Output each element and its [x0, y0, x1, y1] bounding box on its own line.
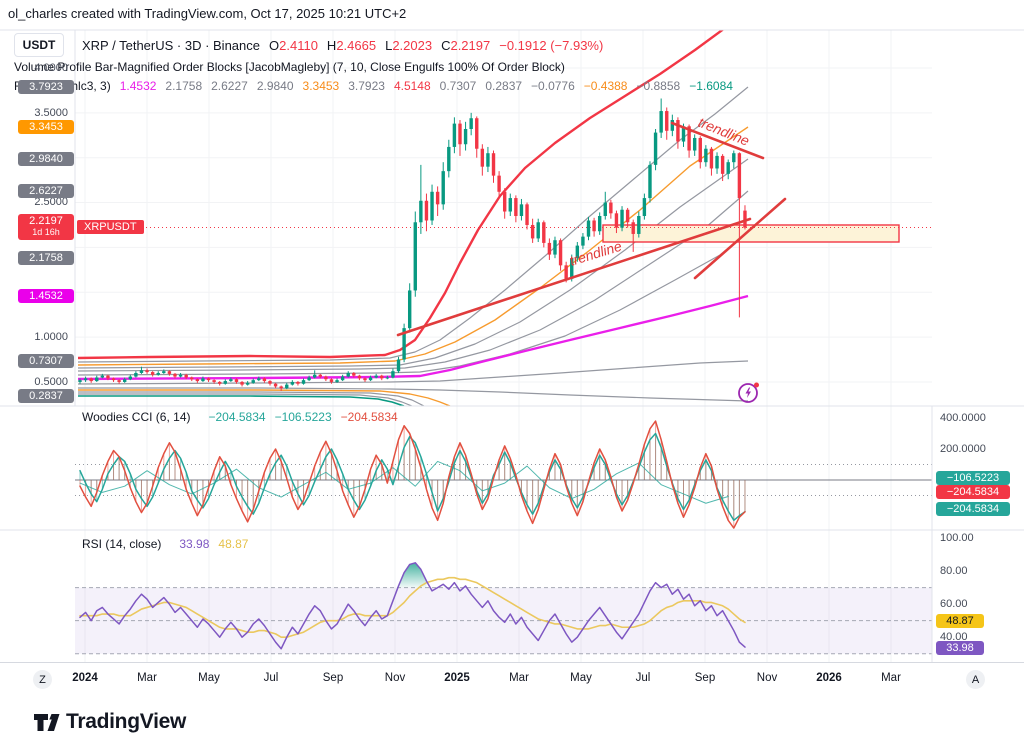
high-value: H2.4665	[327, 38, 376, 53]
fbb-value: −0.4388	[584, 79, 628, 93]
rsi-axis-badge: 48.87	[936, 614, 984, 628]
price-axis-badge: 0.2837	[18, 389, 74, 403]
cci-axis-badge: −204.5834	[936, 485, 1010, 499]
time-axis-label: May	[198, 672, 220, 684]
fbb-value: 3.3453	[303, 79, 340, 93]
footer: TradingView	[0, 696, 1024, 751]
fbb-value: −0.8858	[636, 79, 680, 93]
price-axis-badge: 2.6227	[18, 184, 74, 198]
time-axis-label: Mar	[137, 672, 157, 684]
time-axis-label: 2026	[816, 672, 842, 684]
time-axis-label: Mar	[509, 672, 529, 684]
rsi-value: 33.98	[179, 537, 209, 551]
bar-countdown: 1d 16h	[24, 227, 68, 238]
time-axis-label: Jul	[264, 672, 279, 684]
price-axis-badge: 3.7923	[18, 80, 74, 94]
time-axis-label: Sep	[323, 672, 343, 684]
time-axis[interactable]: Z A 2024 Mar May Jul Sep Nov 2025 Mar May Jul Sep N…	[0, 663, 1024, 696]
time-axis-label: May	[570, 672, 592, 684]
fbb-values: 1.4532 2.1758 2.6227 2.9840 3.3453 3.7923 4.51…	[111, 77, 733, 95]
time-axis-label: 2024	[72, 672, 98, 684]
chart-canvas[interactable]: trendlinetrendline	[0, 0, 1024, 751]
price-axis-label: 4.0000	[34, 62, 68, 74]
fbb-value: 4.5148	[394, 79, 431, 93]
fbb-value: −0.0776	[531, 79, 575, 93]
chart-legend: USDT XRP / TetherUS · 3D · Binance O2.41…	[14, 33, 733, 98]
rsi-pane-title[interactable]: RSI (14, close)33.9848.87	[82, 537, 248, 551]
cci-pane-title[interactable]: Woodies CCI (6, 14)−204.5834−106.5223−20…	[82, 410, 398, 424]
rsi-values: 33.98 48.87	[170, 537, 248, 551]
price-axis-badge: 0.7307	[18, 354, 74, 368]
rsi-axis-badge: 33.98	[936, 641, 984, 655]
time-axis-label: Sep	[695, 672, 715, 684]
fbb-value: 2.6227	[211, 79, 248, 93]
rsi-axis-label: 60.00	[940, 598, 968, 610]
price-axis-badge: 1.4532	[18, 289, 74, 303]
rsi-value: 48.87	[218, 537, 248, 551]
price-axis-label: 3.5000	[34, 107, 68, 119]
fbb-value: −1.6084	[689, 79, 733, 93]
indicator-row-volume-profile[interactable]: Volume Profile Bar-Magnified Order Block…	[14, 60, 733, 74]
cci-value: −106.5223	[275, 410, 332, 424]
low-value: L2.2023	[385, 38, 432, 53]
tradingview-wordmark[interactable]: TradingView	[66, 710, 186, 734]
scroll-left-button[interactable]: Z	[33, 670, 52, 689]
indicator-row-fbb[interactable]: FBB (200, hlc3, 3) 1.45322.17582.62272.9…	[14, 77, 733, 95]
symbol-title: XRP / TetherUS · 3D · Binance	[82, 38, 260, 53]
tradingview-logo-icon[interactable]	[33, 712, 61, 734]
symbol-row[interactable]: USDT XRP / TetherUS · 3D · Binance O2.41…	[14, 33, 733, 57]
cci-axis-label: 400.0000	[940, 412, 986, 424]
cci-axis-label: 200.0000	[940, 443, 986, 455]
cci-value: −204.5834	[209, 410, 266, 424]
close-value: C2.2197	[441, 38, 490, 53]
fbb-value: 2.9840	[257, 79, 294, 93]
fbb-value: 1.4532	[120, 79, 157, 93]
price-axis-label: 1.0000	[34, 331, 68, 343]
cci-axis-badge: −204.5834	[936, 502, 1010, 516]
time-axis-label: Mar	[881, 672, 901, 684]
symbol-price-label: XRPUSDT	[77, 220, 144, 234]
fbb-value: 2.1758	[165, 79, 202, 93]
price-axis-label: 0.5000	[34, 376, 68, 388]
rsi-axis-label: 80.00	[940, 565, 968, 577]
price-axis-badge: 2.9840	[18, 152, 74, 166]
change-value: −0.1912 (−7.93%)	[499, 38, 603, 53]
fbb-value: 0.7307	[440, 79, 477, 93]
cci-value: −204.5834	[341, 410, 398, 424]
rsi-axis-label: 100.00	[940, 532, 974, 544]
cci-axis-badge: −106.5223	[936, 471, 1010, 485]
cci-values: −204.5834 −106.5223 −204.5834	[200, 410, 398, 424]
currency-chip[interactable]: USDT	[14, 33, 64, 57]
time-axis-label: Nov	[757, 672, 777, 684]
fbb-value: 3.7923	[348, 79, 385, 93]
open-value: O2.4110	[269, 38, 318, 53]
current-price-badge: 2.2197 1d 16h	[18, 214, 74, 240]
scroll-right-button[interactable]: A	[966, 670, 985, 689]
time-axis-label: Nov	[385, 672, 405, 684]
time-axis-label: Jul	[636, 672, 651, 684]
tradingview-published-chart: ol_charles created with TradingView.com,…	[0, 0, 1024, 751]
fbb-value: 0.2837	[485, 79, 522, 93]
price-axis-badge: 2.1758	[18, 251, 74, 265]
flash-alert-icon[interactable]	[737, 380, 761, 404]
time-axis-label: 2025	[444, 672, 470, 684]
price-axis-badge: 3.3453	[18, 120, 74, 134]
